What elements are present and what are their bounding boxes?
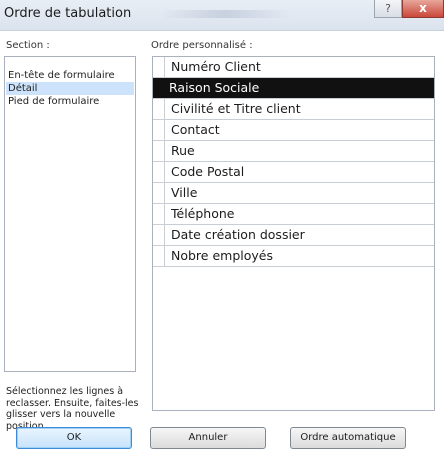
close-button[interactable]: x <box>402 0 444 18</box>
title-bar[interactable]: Ordre de tabulation ? x <box>0 0 444 31</box>
row-selector[interactable] <box>153 204 165 224</box>
tab-order-dialog: Ordre de tabulation ? x Section : Ordre … <box>0 0 444 455</box>
auto-order-button[interactable]: Ordre automatique <box>290 427 406 449</box>
row-selector[interactable] <box>153 78 165 98</box>
row-selector[interactable] <box>153 99 165 119</box>
order-row[interactable]: Numéro Client <box>153 57 434 78</box>
section-list[interactable]: En-tête de formulaire Détail Pied de formu… <box>4 56 136 372</box>
order-row-label: Civilité et Titre client <box>171 101 301 116</box>
section-item[interactable]: Pied de formulaire <box>6 95 134 108</box>
order-row-label: Raison Sociale <box>169 80 260 95</box>
order-row-label: Contact <box>171 122 220 137</box>
order-row-label: Ville <box>171 185 198 200</box>
order-row[interactable]: Civilité et Titre client <box>153 99 434 120</box>
order-row[interactable]: Ville <box>153 183 434 204</box>
custom-order-label: Ordre personnalisé : <box>151 40 253 51</box>
order-row-label: Téléphone <box>171 206 235 221</box>
order-row[interactable]: Contact <box>153 120 434 141</box>
order-row-label: Nobre employés <box>171 248 273 263</box>
row-selector[interactable] <box>153 141 165 161</box>
row-selector[interactable] <box>153 120 165 140</box>
title-bar-decoration <box>160 10 290 18</box>
section-item[interactable]: En-tête de formulaire <box>6 69 134 82</box>
order-row-label: Numéro Client <box>171 59 261 74</box>
order-row-label: Date création dossier <box>171 227 305 242</box>
help-button[interactable]: ? <box>374 0 402 18</box>
row-selector[interactable] <box>153 162 165 182</box>
order-row[interactable]: Code Postal <box>153 162 434 183</box>
section-label: Section : <box>6 40 50 51</box>
row-selector[interactable] <box>153 225 165 245</box>
order-row-label: Rue <box>171 143 195 158</box>
instruction-text: Sélectionnez les lignes à reclasser. Ens… <box>6 386 139 432</box>
dialog-title: Ordre de tabulation <box>4 6 132 21</box>
order-row[interactable]: Raison Sociale <box>153 78 434 99</box>
section-item[interactable]: Détail <box>6 82 134 95</box>
order-row[interactable]: Téléphone <box>153 204 434 225</box>
cancel-button[interactable]: Annuler <box>150 427 266 449</box>
ok-button[interactable]: OK <box>16 427 132 449</box>
row-selector[interactable] <box>153 246 165 266</box>
order-row[interactable]: Rue <box>153 141 434 162</box>
order-row[interactable]: Date création dossier <box>153 225 434 246</box>
order-row[interactable]: Nobre employés <box>153 246 434 267</box>
order-row-label: Code Postal <box>171 164 245 179</box>
custom-order-grid[interactable]: Numéro Client Raison Sociale Civilité et T… <box>152 56 435 411</box>
row-selector[interactable] <box>153 57 165 77</box>
row-selector[interactable] <box>153 183 165 203</box>
